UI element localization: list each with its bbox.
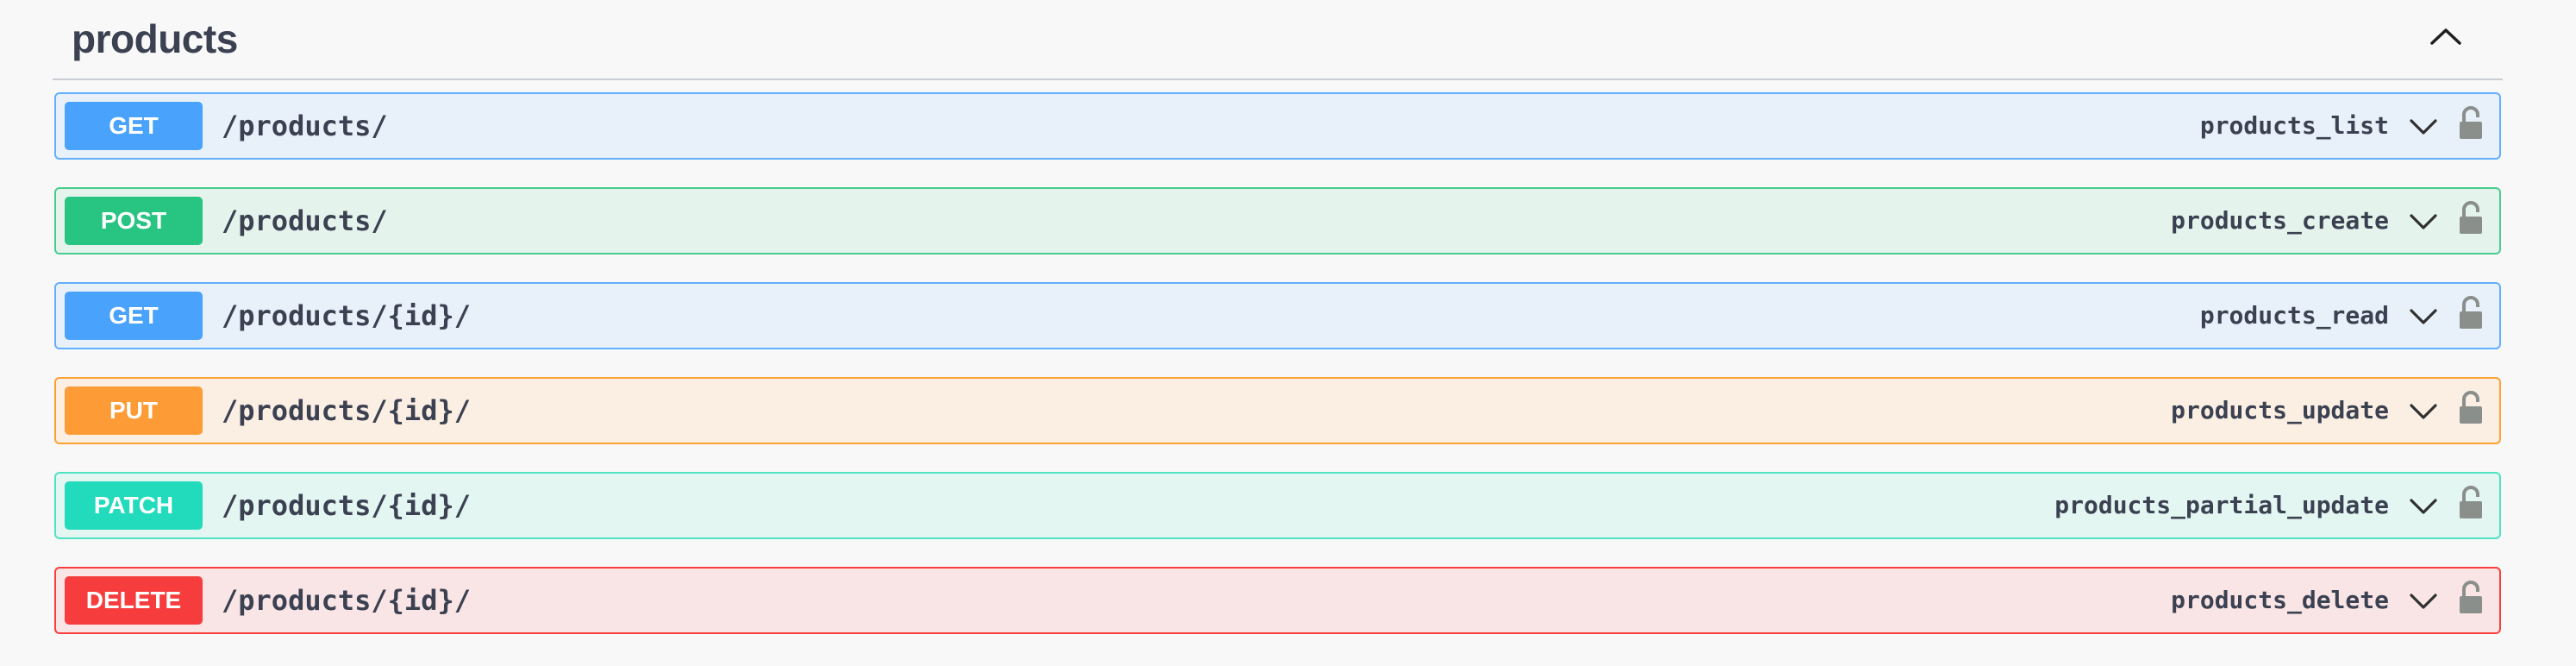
operation-id: products_list [2199, 111, 2389, 140]
unlocked-padlock-icon[interactable] [2458, 391, 2484, 425]
operation-products-list[interactable]: GET /products/ products_list [54, 92, 2501, 160]
operation-id: products_create [2171, 206, 2389, 235]
chevron-down-icon[interactable] [2406, 110, 2441, 144]
tag-header[interactable]: products [53, 0, 2503, 80]
operation-products-update[interactable]: PUT /products/{id}/ products_update [54, 377, 2501, 444]
operation-id: products_update [2171, 396, 2389, 424]
operation-products-partial-update[interactable]: PATCH /products/{id}/ products_partial_u… [54, 472, 2501, 539]
chevron-down-icon[interactable] [2406, 204, 2441, 239]
chevron-down-icon[interactable] [2406, 394, 2441, 429]
operation-products-delete[interactable]: DELETE /products/{id}/ products_delete [54, 567, 2501, 634]
method-badge: DELETE [65, 576, 203, 625]
unlocked-padlock-icon[interactable] [2458, 296, 2484, 330]
endpoint-path: /products/{id}/ [222, 584, 471, 617]
tag-title: products [72, 16, 238, 61]
endpoint-path: /products/{id}/ [222, 299, 471, 332]
endpoint-path: /products/ [222, 110, 388, 142]
chevron-down-icon[interactable] [2406, 489, 2441, 524]
endpoint-path: /products/ [222, 204, 388, 237]
endpoint-path: /products/{id}/ [222, 489, 471, 522]
chevron-up-icon[interactable] [2422, 16, 2470, 57]
unlocked-padlock-icon[interactable] [2458, 581, 2484, 615]
method-badge: PATCH [65, 481, 203, 530]
chevron-down-icon[interactable] [2406, 299, 2441, 334]
endpoint-path: /products/{id}/ [222, 394, 471, 427]
operation-id: products_delete [2171, 586, 2389, 614]
operation-products-create[interactable]: POST /products/ products_create [54, 187, 2501, 254]
unlocked-padlock-icon[interactable] [2458, 106, 2484, 141]
method-badge: GET [65, 292, 203, 340]
operation-id: products_partial_update [2054, 491, 2389, 519]
method-badge: POST [65, 197, 203, 245]
unlocked-padlock-icon[interactable] [2458, 201, 2484, 236]
operation-products-read[interactable]: GET /products/{id}/ products_read [54, 282, 2501, 349]
unlocked-padlock-icon[interactable] [2458, 486, 2484, 520]
chevron-down-icon[interactable] [2406, 584, 2441, 619]
method-badge: GET [65, 102, 203, 150]
method-badge: PUT [65, 386, 203, 435]
operation-id: products_read [2199, 301, 2389, 330]
products-tag-section: products GET /products/ products_list PO… [53, 0, 2503, 666]
